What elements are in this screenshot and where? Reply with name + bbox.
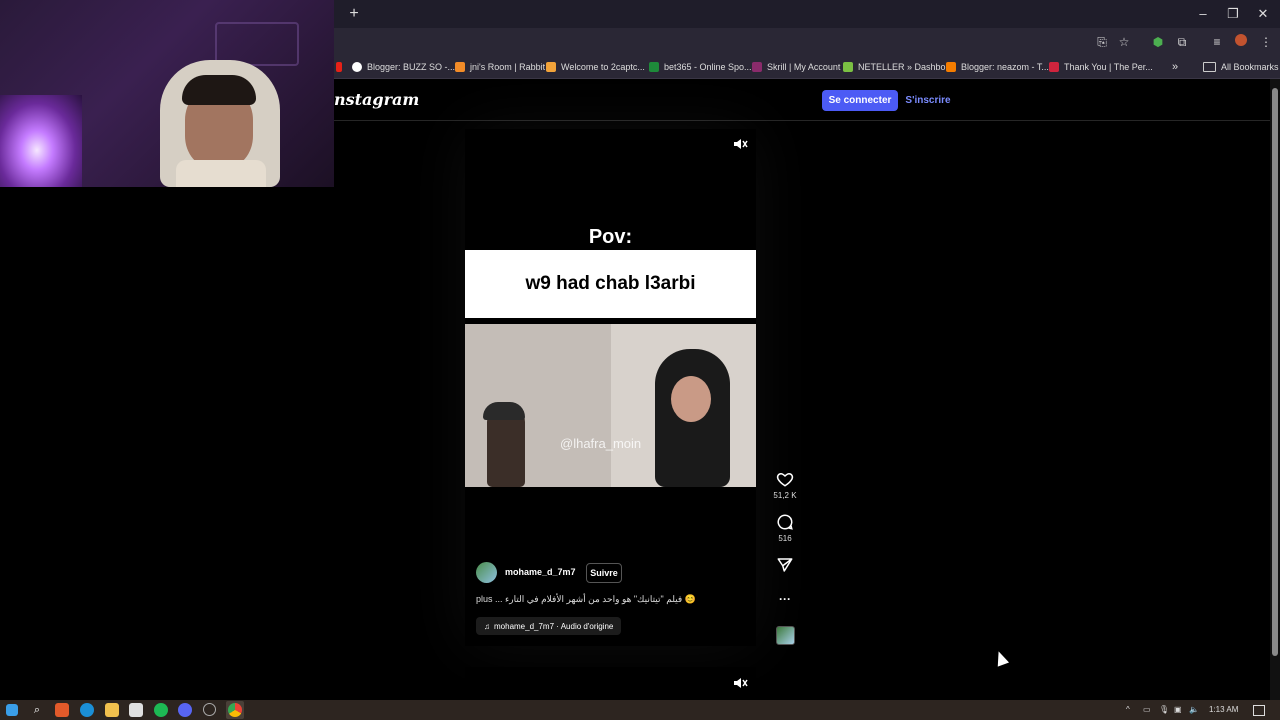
- bookmark-youtube-icon[interactable]: [336, 58, 342, 76]
- streamer-hoodie: [176, 160, 266, 187]
- spotify-icon[interactable]: [154, 703, 168, 717]
- music-note-icon: ♫: [484, 621, 490, 631]
- reading-list-icon[interactable]: ≡: [1207, 33, 1227, 51]
- volume-icon[interactable]: 🔈: [1189, 704, 1199, 716]
- network-icon[interactable]: ▣: [1174, 704, 1182, 716]
- favicon-icon: [649, 62, 659, 72]
- profile-avatar[interactable]: [1231, 33, 1251, 51]
- windows-taskbar: [0, 700, 1280, 720]
- discord-icon[interactable]: [178, 703, 192, 717]
- file-explorer-icon[interactable]: [105, 703, 119, 717]
- user-avatar[interactable]: [476, 562, 497, 583]
- maximize-button[interactable]: ❐: [1218, 4, 1248, 24]
- mute-icon[interactable]: [732, 675, 748, 691]
- streamer-hair: [182, 75, 256, 105]
- tray-overflow-icon[interactable]: ^: [1126, 704, 1130, 716]
- bookmark-star-icon[interactable]: ☆: [1114, 33, 1134, 51]
- favicon-icon: [455, 62, 465, 72]
- next-reel[interactable]: [465, 667, 756, 700]
- taskbar-clock[interactable]: 1:13 AM: [1209, 704, 1238, 716]
- bookmark-item[interactable]: Blogger: neazom - T...: [946, 58, 1049, 76]
- bookmark-item[interactable]: Blogger: BUZZ SO -...: [352, 58, 455, 76]
- microphone-icon[interactable]: 🎙: [1159, 704, 1169, 716]
- audio-chip[interactable]: ♫ mohame_d_7m7 · Audio d'origine: [476, 617, 622, 635]
- login-button[interactable]: Se connecter: [822, 90, 898, 111]
- reel-pov-text: Pov:: [588, 226, 633, 248]
- fireplace-glow: [0, 95, 82, 187]
- comments-count: 516: [778, 534, 792, 543]
- share-icon[interactable]: [776, 556, 794, 574]
- search-icon[interactable]: ⌕: [30, 703, 44, 717]
- audio-label: mohame_d_7m7 · Audio d'origine: [494, 621, 614, 631]
- favicon-icon: [752, 62, 762, 72]
- browser-menu-icon[interactable]: ⋮: [1256, 33, 1276, 51]
- bookmark-item[interactable]: jni's Room | Rabbit: [455, 58, 545, 76]
- inner-video-frame: [465, 324, 756, 487]
- shield-extension-icon[interactable]: ⬢: [1148, 33, 1168, 51]
- store-icon[interactable]: [129, 703, 143, 717]
- likes-count: 51,2 K: [773, 491, 797, 500]
- reel-description[interactable]: plus ... فيلم "تيتانيك" هو واحد من أشهر …: [476, 594, 706, 605]
- mute-icon[interactable]: [732, 136, 748, 152]
- bookmark-item[interactable]: Skrill | My Account: [752, 58, 840, 76]
- favicon-icon: [1049, 62, 1059, 72]
- follow-button[interactable]: Suivre: [586, 563, 622, 583]
- tray-device-icon[interactable]: ▭: [1143, 704, 1151, 716]
- all-bookmarks-button[interactable]: All Bookmarks: [1203, 58, 1279, 76]
- bookmark-item[interactable]: Thank You | The Per...: [1049, 58, 1153, 76]
- close-window-button[interactable]: ✕: [1248, 4, 1278, 24]
- instagram-logo[interactable]: nstagram: [334, 90, 419, 109]
- new-tab-button[interactable]: +: [344, 4, 364, 24]
- more-options-icon[interactable]: ···: [776, 592, 794, 606]
- notifications-icon[interactable]: [1253, 705, 1265, 716]
- webcam-overlay: [0, 0, 334, 187]
- comment-icon[interactable]: [776, 513, 794, 531]
- bookmark-item[interactable]: Welcome to 2captc...: [546, 58, 645, 76]
- video-watermark: @lhafra_moin: [560, 436, 642, 451]
- audio-thumbnail[interactable]: [776, 626, 795, 645]
- scrollbar-thumb[interactable]: [1272, 88, 1278, 656]
- favicon-icon: [352, 62, 362, 72]
- reel-caption: w9 had chab l3arbi: [465, 250, 756, 318]
- taskbar-app-icon[interactable]: [55, 703, 69, 717]
- header-divider: [334, 120, 1270, 121]
- cap-icon: [483, 402, 525, 420]
- install-app-icon[interactable]: ⎘: [1092, 33, 1112, 51]
- favicon-icon: [843, 62, 853, 72]
- favicon-icon: [546, 62, 556, 72]
- reel-username[interactable]: mohame_d_7m7: [505, 567, 576, 577]
- edge-icon[interactable]: [80, 703, 94, 717]
- bookmark-item[interactable]: NETELLER » Dashbo...: [843, 58, 953, 76]
- chrome-icon[interactable]: [228, 703, 242, 717]
- minimize-button[interactable]: –: [1188, 4, 1218, 24]
- favicon-icon: [946, 62, 956, 72]
- extensions-icon[interactable]: ⧉: [1172, 33, 1192, 51]
- heart-icon[interactable]: [776, 470, 794, 488]
- start-icon[interactable]: [6, 704, 18, 716]
- signup-link[interactable]: S'inscrire: [904, 90, 952, 111]
- woman-face: [671, 376, 711, 422]
- folder-icon: [1203, 62, 1216, 72]
- more-bookmarks-icon[interactable]: »: [1172, 58, 1178, 76]
- clock-app-icon[interactable]: [203, 703, 216, 716]
- bookmark-item[interactable]: bet365 - Online Spo...: [649, 58, 752, 76]
